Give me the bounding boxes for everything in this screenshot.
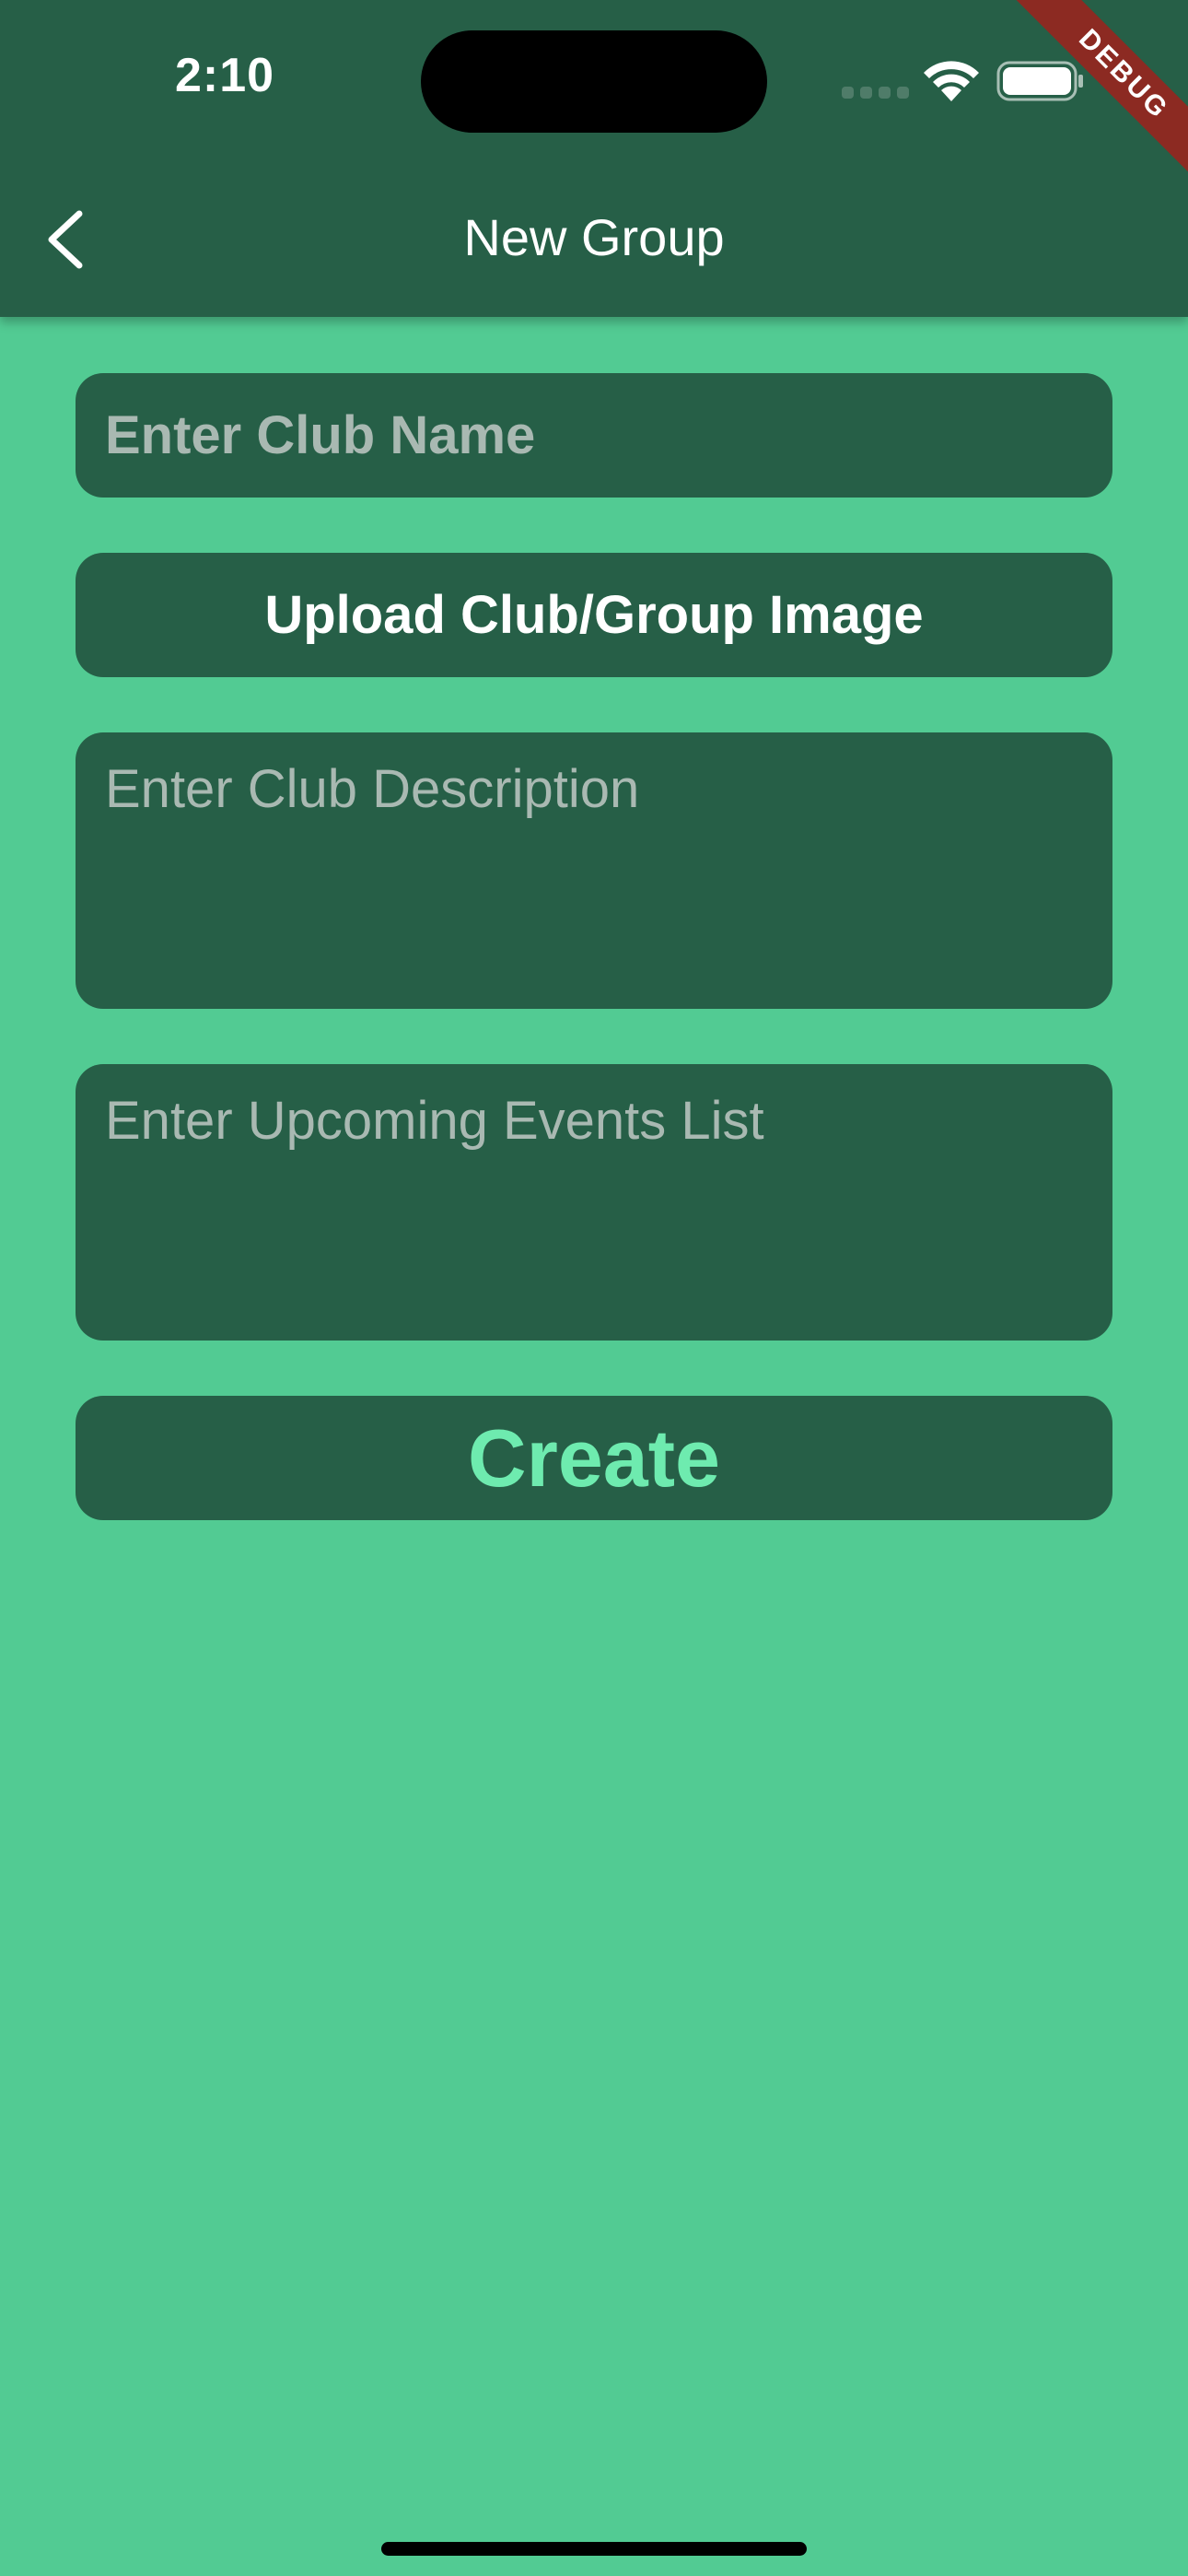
upload-image-button[interactable]: Upload Club/Group Image (76, 553, 1112, 677)
dynamic-island (421, 30, 767, 133)
upload-image-button-label: Upload Club/Group Image (264, 585, 924, 645)
status-time: 2:10 (175, 49, 275, 102)
cellular-signal-icon (842, 87, 909, 99)
home-indicator[interactable] (381, 2542, 807, 2556)
upcoming-events-input[interactable] (76, 1064, 1112, 1341)
create-button-label: Create (468, 1411, 720, 1504)
new-group-form: Upload Club/Group Image Create (76, 373, 1112, 1575)
club-name-field (76, 373, 1112, 498)
club-description-field (76, 732, 1112, 1009)
club-name-input[interactable] (76, 373, 1112, 498)
club-description-input[interactable] (76, 732, 1112, 1009)
page-title: New Group (463, 208, 725, 266)
upcoming-events-field (76, 1064, 1112, 1341)
create-button[interactable]: Create (76, 1396, 1112, 1520)
screen: 2:10 New Group DEBUG Upload Club/G (0, 0, 1188, 2576)
wifi-icon (924, 61, 979, 101)
battery-icon (996, 61, 1083, 101)
app-bar: 2:10 New Group (0, 0, 1188, 317)
